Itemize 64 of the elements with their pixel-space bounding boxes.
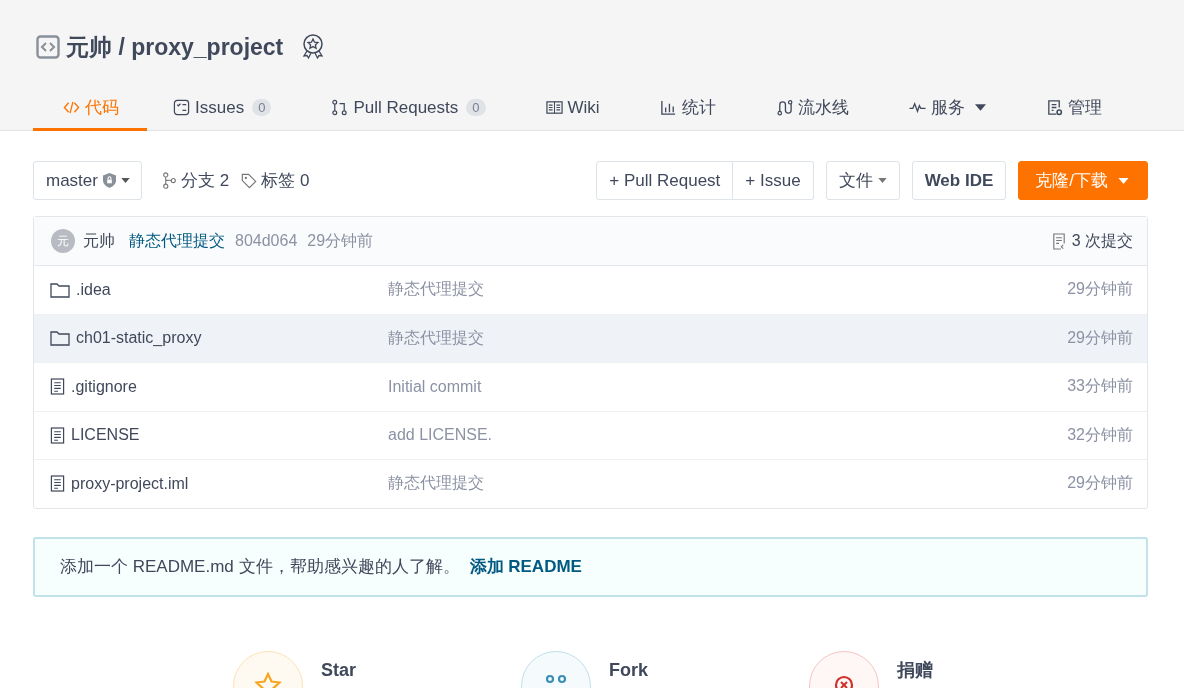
branch-icon (161, 172, 177, 189)
nav-tab[interactable]: Issues 0 (147, 87, 298, 131)
repo-title: 元帅 / proxy_project (66, 32, 284, 62)
pull-request-icon (331, 99, 349, 116)
file-name-link[interactable]: ch01-static_proxy (76, 329, 202, 348)
checklist-icon (173, 99, 190, 116)
count-badge: 0 (252, 99, 272, 116)
new-pull-request-button[interactable]: + Pull Request (596, 161, 734, 200)
file-row[interactable]: proxy-project.iml 静态代理提交 29分钟前 (34, 460, 1147, 508)
tags-link[interactable]: 标签 0 (241, 169, 310, 192)
shield-lock-icon (102, 173, 116, 188)
file-icon (50, 378, 65, 396)
bar-chart-icon (659, 99, 677, 116)
caret-icon (120, 178, 130, 183)
folder-icon (50, 281, 70, 298)
commit-time: 33分钟前 (1067, 376, 1133, 397)
action-label[interactable]: Fork (609, 660, 648, 681)
branches-link[interactable]: 分支 2 (161, 169, 230, 192)
branch-dropdown[interactable]: master (33, 161, 142, 200)
file-name-link[interactable]: LICENSE (71, 426, 140, 445)
file-row[interactable]: .idea 静态代理提交 29分钟前 (34, 266, 1147, 315)
nav-tab[interactable]: 流水线 (749, 87, 875, 131)
caret-icon (877, 178, 887, 183)
pipeline-icon (775, 99, 793, 116)
pulse-icon (908, 99, 926, 116)
book-icon (545, 99, 563, 116)
code-icon (36, 35, 60, 59)
new-issue-button[interactable]: + Issue (733, 161, 814, 200)
commit-time: 32分钟前 (1067, 424, 1133, 445)
action-label[interactable]: 捐赠 (897, 660, 933, 681)
document-gear-icon (1045, 99, 1063, 116)
badge-icon (301, 34, 326, 60)
add-readme-link[interactable]: 添加 README (469, 555, 582, 578)
count-badge: 0 (466, 99, 486, 116)
document-icon (1051, 232, 1066, 250)
nav-tab[interactable]: Wiki (519, 87, 626, 131)
commits-link[interactable]: 3 次提交 (1051, 230, 1133, 252)
file-name-link[interactable]: .gitignore (71, 377, 137, 396)
commit-time: 29分钟前 (307, 230, 374, 251)
notice-text: 添加一个 README.md 文件，帮助感兴趣的人了解。 (60, 556, 460, 578)
tag-icon (241, 172, 258, 189)
nav-tab[interactable]: Pull Requests 0 (305, 87, 512, 131)
folder-icon (50, 330, 70, 347)
nav-tab[interactable]: 管理 (1019, 87, 1128, 131)
file-row[interactable]: LICENSE add LICENSE. 32分钟前 (34, 411, 1147, 460)
file-row[interactable]: ch01-static_proxy 静态代理提交 29分钟前 (34, 314, 1147, 363)
commit-author[interactable]: 元帅 (83, 230, 115, 252)
nav-tab[interactable]: 服务 (882, 87, 1012, 131)
web-ide-button[interactable]: Web IDE (911, 161, 1007, 200)
file-name-link[interactable]: proxy-project.iml (71, 474, 189, 493)
file-name-link[interactable]: .idea (76, 280, 111, 299)
nav-tab[interactable]: 统计 (633, 87, 742, 131)
avatar: 元 (51, 229, 75, 253)
commit-time: 29分钟前 (1067, 473, 1133, 494)
file-icon (50, 475, 65, 493)
action-label[interactable]: Star (321, 660, 356, 681)
commit-time: 29分钟前 (1067, 327, 1133, 348)
caret-icon (1118, 177, 1129, 184)
code-icon (63, 99, 80, 116)
file-row[interactable]: .gitignore Initial commit 33分钟前 (34, 363, 1147, 412)
file-dropdown[interactable]: 文件 (825, 161, 900, 200)
file-icon (50, 426, 65, 444)
commit-time: 29分钟前 (1067, 279, 1133, 300)
commit-message-link[interactable]: 静态代理提交 (129, 230, 225, 252)
